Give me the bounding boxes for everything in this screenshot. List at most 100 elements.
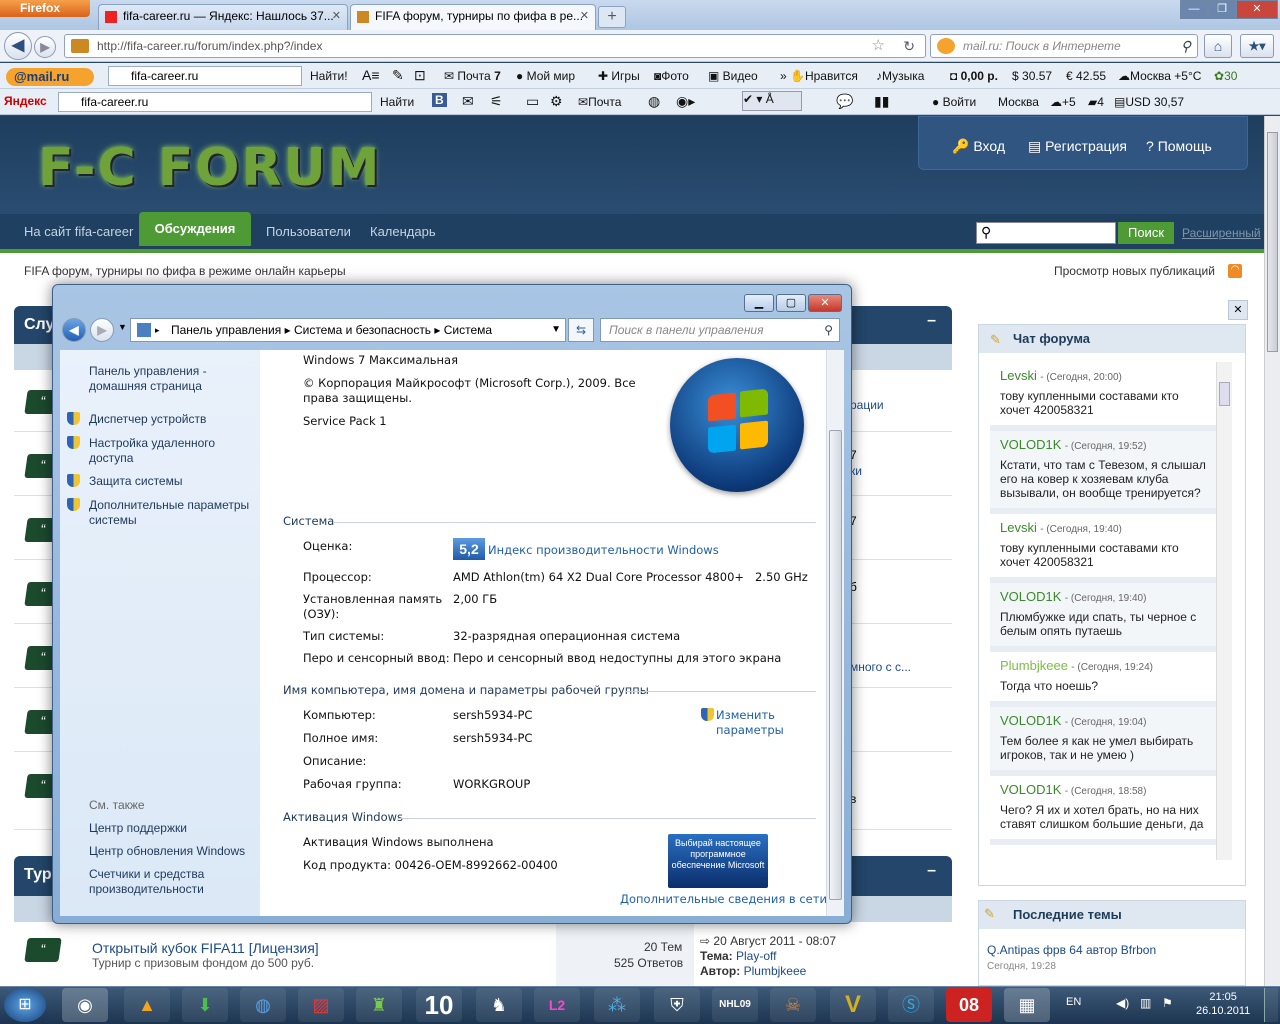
author-link[interactable]: Plumbjkeee xyxy=(744,964,807,978)
nav-discussions[interactable]: Обсуждения xyxy=(139,212,251,246)
change-settings-link[interactable]: Изменить параметры xyxy=(716,708,796,738)
reload-icon[interactable]: ↻ xyxy=(903,35,915,57)
collapse-icon[interactable]: – xyxy=(927,312,936,330)
yandex-city[interactable]: Москва xyxy=(998,95,1039,109)
drink-taskbar-icon[interactable]: ♜ xyxy=(356,988,402,1022)
tank-taskbar-icon[interactable]: ⛨ xyxy=(654,988,700,1022)
yandex-login-link[interactable]: ● Войти xyxy=(932,95,976,109)
chat-scroll-thumb[interactable] xyxy=(1219,382,1230,406)
close-sidebar-button[interactable]: ✕ xyxy=(1228,300,1248,320)
chat-user[interactable]: Plumbjkeee xyxy=(1000,658,1068,673)
aimp-taskbar-icon[interactable]: ▲ xyxy=(124,988,170,1022)
control-panel-taskbar-icon[interactable]: ▦ xyxy=(1004,988,1050,1022)
system-clock[interactable]: 21:05 26.10.2011 xyxy=(1196,990,1250,1018)
warrior-taskbar-icon[interactable]: ☠ xyxy=(770,988,816,1022)
firefox-menu-button[interactable]: Firefox xyxy=(0,0,90,17)
language-indicator[interactable]: EN xyxy=(1066,996,1081,1008)
photo-link[interactable]: ◙Фото xyxy=(654,69,689,83)
chat-scrollbar[interactable] xyxy=(1216,362,1232,860)
volume-icon[interactable]: ◀) xyxy=(1116,996,1129,1010)
v-taskbar-icon[interactable]: V xyxy=(830,988,876,1022)
balance-link[interactable]: ◘ 0,00 р. xyxy=(950,69,998,83)
mailru-logo[interactable]: @mail.ru xyxy=(6,68,94,86)
search-icon[interactable]: ⚲ xyxy=(1181,35,1191,57)
chat-user[interactable]: VOLOD1K xyxy=(1000,713,1061,728)
globe-icon[interactable]: ◍ xyxy=(648,93,660,110)
yandex-mail-link[interactable]: ✉Почта xyxy=(578,95,621,109)
l2-taskbar-icon[interactable]: L2 xyxy=(534,988,580,1022)
start-button[interactable]: ⊞ xyxy=(4,988,46,1022)
dialog-address-bar[interactable]: ▸ Панель управления ▸ Система и безопасн… xyxy=(130,318,566,342)
last-topic-link[interactable]: Q.Antipas фрв 64 автор Bfrbon xyxy=(987,943,1156,957)
recent-pages-icon[interactable]: ▼ xyxy=(118,322,127,332)
mailru-find-button[interactable]: Найти! xyxy=(310,69,348,83)
firefox-taskbar-icon[interactable]: ◉ xyxy=(62,988,108,1022)
my-world-link[interactable]: ● Мой мир xyxy=(516,69,575,83)
screenshot-icon[interactable]: ⊡ xyxy=(414,67,426,84)
network-icon[interactable]: ▥ xyxy=(1140,996,1151,1010)
rss-icon[interactable]: ◠ xyxy=(1228,264,1242,278)
font-size-icon[interactable]: A≡ xyxy=(362,67,380,83)
tab-yandex[interactable]: fifa-career.ru — Яндекс: Нашлось 37... ✕ xyxy=(98,4,348,30)
mail-icon[interactable]: ✉ xyxy=(462,93,474,110)
mailru-search-input[interactable]: fifa-career.ru xyxy=(108,66,302,86)
chat-user[interactable]: VOLOD1K xyxy=(1000,782,1061,797)
minimize-button[interactable]: — xyxy=(1180,0,1208,19)
window-icon[interactable]: ▭ xyxy=(526,93,539,110)
app-10-taskbar-icon[interactable]: 10 xyxy=(416,988,462,1022)
url-bar[interactable]: http://fifa-career.ru/forum/index.php?/i… xyxy=(64,34,926,58)
yandex-temp[interactable]: ☁+5 xyxy=(1050,95,1076,109)
windows-update-link[interactable]: Центр обновления Windows xyxy=(89,844,245,859)
close-window-button[interactable]: ✕ xyxy=(1236,0,1278,19)
dialog-back-button[interactable]: ◀ xyxy=(62,318,86,342)
check-icons[interactable]: ✔ ▾ Å xyxy=(742,91,802,111)
device-manager-link[interactable]: Диспетчер устройств xyxy=(89,412,206,427)
nhl-taskbar-icon[interactable]: NHL09 xyxy=(712,988,758,1022)
page-scrollbar[interactable] xyxy=(1264,116,1280,986)
control-panel-home-link[interactable]: Панель управления - домашняя страница xyxy=(89,364,249,394)
forward-button[interactable]: ▶ xyxy=(34,36,56,58)
chevron-down-icon[interactable]: ▼ xyxy=(551,319,561,341)
genuine-microsoft-badge[interactable]: Выбирай настоящее программное обеспечени… xyxy=(668,834,768,888)
dialog-maximize-button[interactable]: ▢ xyxy=(776,294,806,312)
likes-link[interactable]: » ✋Нравится xyxy=(780,69,858,83)
action-center-link[interactable]: Центр поддержки xyxy=(89,821,187,836)
performance-index-link[interactable]: Индекс производительности Windows xyxy=(488,543,719,557)
register-link[interactable]: ▤ Регистрация xyxy=(1028,138,1127,155)
close-icon[interactable]: ✕ xyxy=(580,9,589,22)
forum-search-input[interactable]: ⚲ xyxy=(976,222,1116,244)
flag-icon[interactable]: ⚑ xyxy=(1162,996,1173,1010)
dialog-scrollbar[interactable] xyxy=(826,350,844,916)
settings-icon[interactable]: ⚙ xyxy=(550,93,563,110)
wolf-taskbar-icon[interactable]: ♞ xyxy=(476,988,522,1022)
forum-logo[interactable]: F-C FORUM xyxy=(38,138,382,198)
back-button[interactable]: ◀ xyxy=(4,32,32,60)
login-link[interactable]: 🔑 Вход xyxy=(952,138,1005,155)
bookmark-star-icon[interactable]: ☆ xyxy=(872,35,885,57)
weather-link[interactable]: ☁Москва +5°C xyxy=(1118,69,1201,83)
chat-user[interactable]: Levski xyxy=(1000,520,1037,535)
dialog-minimize-button[interactable]: ▁ xyxy=(744,294,774,312)
chat-user[interactable]: VOLOD1K xyxy=(1000,589,1061,604)
new-tab-button[interactable]: + xyxy=(598,6,626,28)
dialog-scroll-thumb[interactable] xyxy=(829,430,842,900)
maximize-button[interactable]: ❐ xyxy=(1208,0,1236,19)
dialog-search-input[interactable]: Поиск в панели управления ⚲ xyxy=(600,318,840,342)
forum-search-button[interactable]: Поиск xyxy=(1118,222,1174,244)
search-icon[interactable]: ⚲ xyxy=(824,319,833,341)
close-icon[interactable]: ✕ xyxy=(332,9,341,22)
new-publications-link[interactable]: Просмотр новых публикаций xyxy=(1054,264,1215,278)
refresh-icon[interactable]: ⇆ xyxy=(568,318,594,342)
chat-user[interactable]: VOLOD1K xyxy=(1000,437,1061,452)
colors-icon[interactable]: ▮▮ xyxy=(874,93,889,110)
nav-calendar[interactable]: Календарь xyxy=(370,224,436,239)
page-scroll-thumb[interactable] xyxy=(1267,132,1278,352)
games-link[interactable]: ✚ Игры xyxy=(598,69,640,83)
cup-title-link[interactable]: Открытый кубок FIFA11 [Лицензия] xyxy=(92,940,319,956)
tab-forum[interactable]: FIFA форум, турниры по фифа в ре... ✕ xyxy=(350,4,596,30)
yandex-find-button[interactable]: Найти xyxy=(380,95,414,109)
skype-taskbar-icon[interactable]: Ⓢ xyxy=(888,988,934,1022)
bookmarks-menu-button[interactable]: ★▾ xyxy=(1240,34,1274,58)
usd-rate[interactable]: $ 30.57 xyxy=(1012,69,1052,83)
web-search-input[interactable]: mail.ru: Поиск в Интернете ⚲ xyxy=(930,34,1198,58)
